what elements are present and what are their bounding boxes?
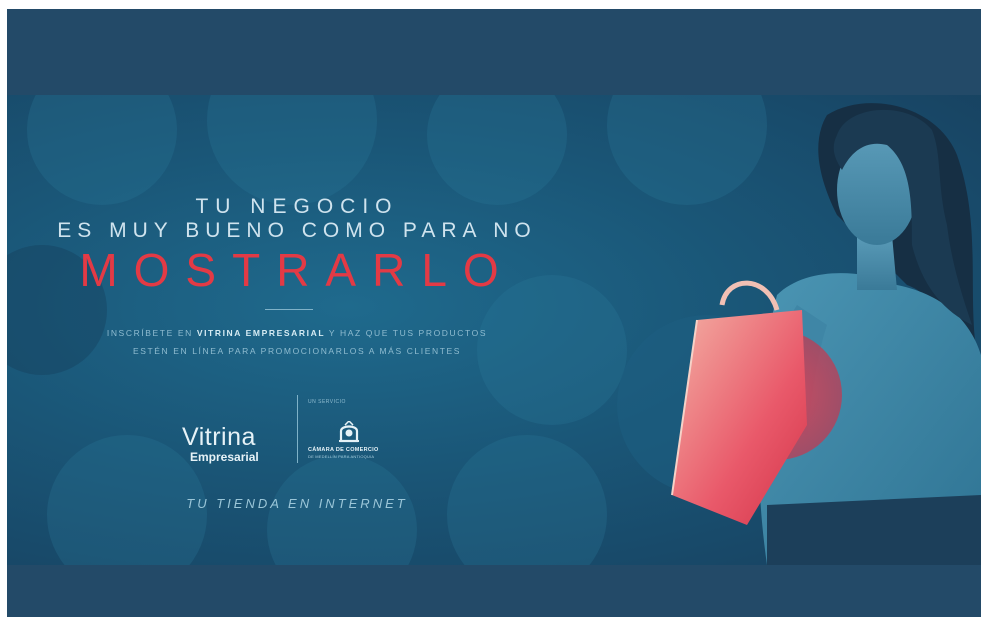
headline-line2: ES MUY BUENO COMO PARA NO xyxy=(57,219,537,242)
desc-bold: VITRINA EMPRESARIAL xyxy=(196,328,326,338)
divider xyxy=(265,309,313,310)
tagline: TU TIENDA EN INTERNET xyxy=(186,496,408,511)
logo-word-empresarial: Empresarial xyxy=(190,450,259,464)
headline-big: MOSTRARLO xyxy=(79,244,515,296)
headline-line1: TU NEGOCIO xyxy=(195,195,399,218)
desc-pre: INSCRÍBETE EN xyxy=(106,328,197,338)
chamber-name: CÁMARA DE COMERCIO xyxy=(308,447,379,453)
chamber-of-commerce-icon xyxy=(339,421,359,443)
vitrina-empresarial-logo: Vitrina Empresarial xyxy=(182,423,259,465)
logo-divider xyxy=(297,395,298,463)
description-line1: INSCRÍBETE EN VITRINA EMPRESARIAL Y HAZ … xyxy=(7,328,587,338)
desc-post: Y HAZ QUE TUS PRODUCTOS xyxy=(325,328,488,338)
image-frame: TU NEGOCIO ES MUY BUENO COMO PARA NO MOS… xyxy=(0,0,987,622)
logo-word-vitrina: Vitrina xyxy=(182,423,256,451)
description-line2: ESTÉN EN LÍNEA PARA PROMOCIONARLOS A MÁS… xyxy=(132,346,462,356)
chamber-subtitle: DE MEDELLÍN PARA ANTIOQUIA xyxy=(308,454,375,459)
service-label: UN SERVICIO xyxy=(308,399,346,405)
ad-banner: TU NEGOCIO ES MUY BUENO COMO PARA NO MOS… xyxy=(7,95,981,565)
